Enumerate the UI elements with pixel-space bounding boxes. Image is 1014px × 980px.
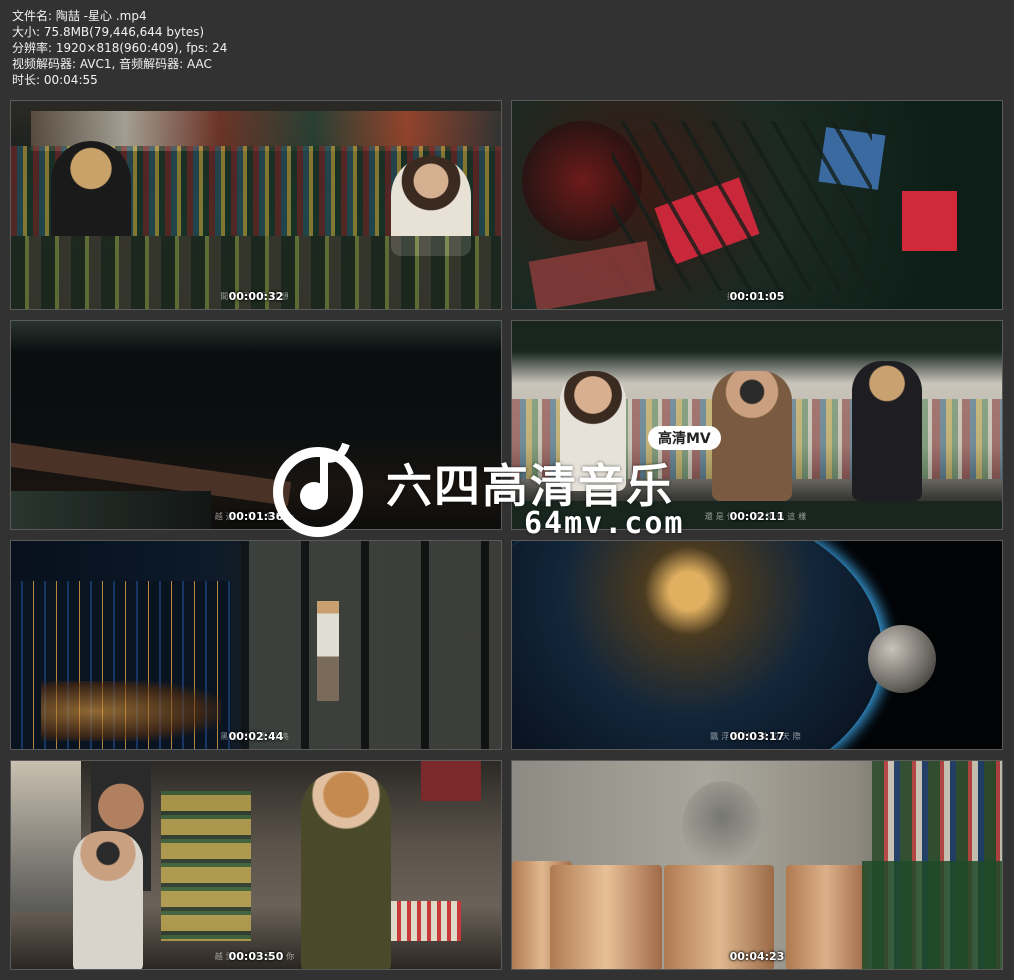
thumbnail-1[interactable]: 間自己 麼幻想 00:00:32 [10,100,502,310]
thumbnail-2[interactable]: 把你 的心中 00:01:05 [511,100,1003,310]
cd-case-red2 [902,191,957,251]
person-customer [301,771,391,969]
person-man-hat [712,371,792,501]
timestamp-label: 00:01:05 [729,290,785,303]
thumbnail-8[interactable]: 00:04:23 [511,760,1003,970]
window-frames [241,541,501,749]
moon [868,625,936,693]
earth [512,541,882,749]
timestamp-label: 00:01:36 [228,510,284,523]
thumbnail-5[interactable]: 黑暗中 我問亮 00:02:44 [10,540,502,750]
poster-left [11,761,81,911]
timestamp-label: 00:00:32 [228,290,284,303]
person-standing [317,601,339,701]
poster-red [421,761,481,801]
thumbnail-6[interactable]: 飄浮愛情 美的天際 00:03:17 [511,540,1003,750]
thumbnail-4[interactable]: 還是你 一直都是這樣 00:02:11 [511,320,1003,530]
shelf-rack [161,791,251,941]
timestamp-label: 00:03:50 [228,950,284,963]
person-man-right [852,361,922,501]
wall-mural [682,781,762,871]
frame-top [512,321,1002,351]
timestamp-label: 00:02:11 [729,510,785,523]
timestamp-label: 00:02:44 [228,730,284,743]
thumbnail-7[interactable]: 越愛時 永遠是你 00:03:50 [10,760,502,970]
timestamp-label: 00:04:23 [729,950,785,963]
thumbnail-grid: 間自己 麼幻想 00:00:32 把你 的心中 00:01:05 越過了時 中廢… [0,0,1014,980]
timestamp-label: 00:03:17 [729,730,785,743]
person-left [51,141,131,251]
popcorn-cart [391,901,461,941]
thumbnail-3[interactable]: 越過了時 中廢一 00:01:36 [10,320,502,530]
person-woman [560,371,626,491]
beam-top [11,321,501,351]
